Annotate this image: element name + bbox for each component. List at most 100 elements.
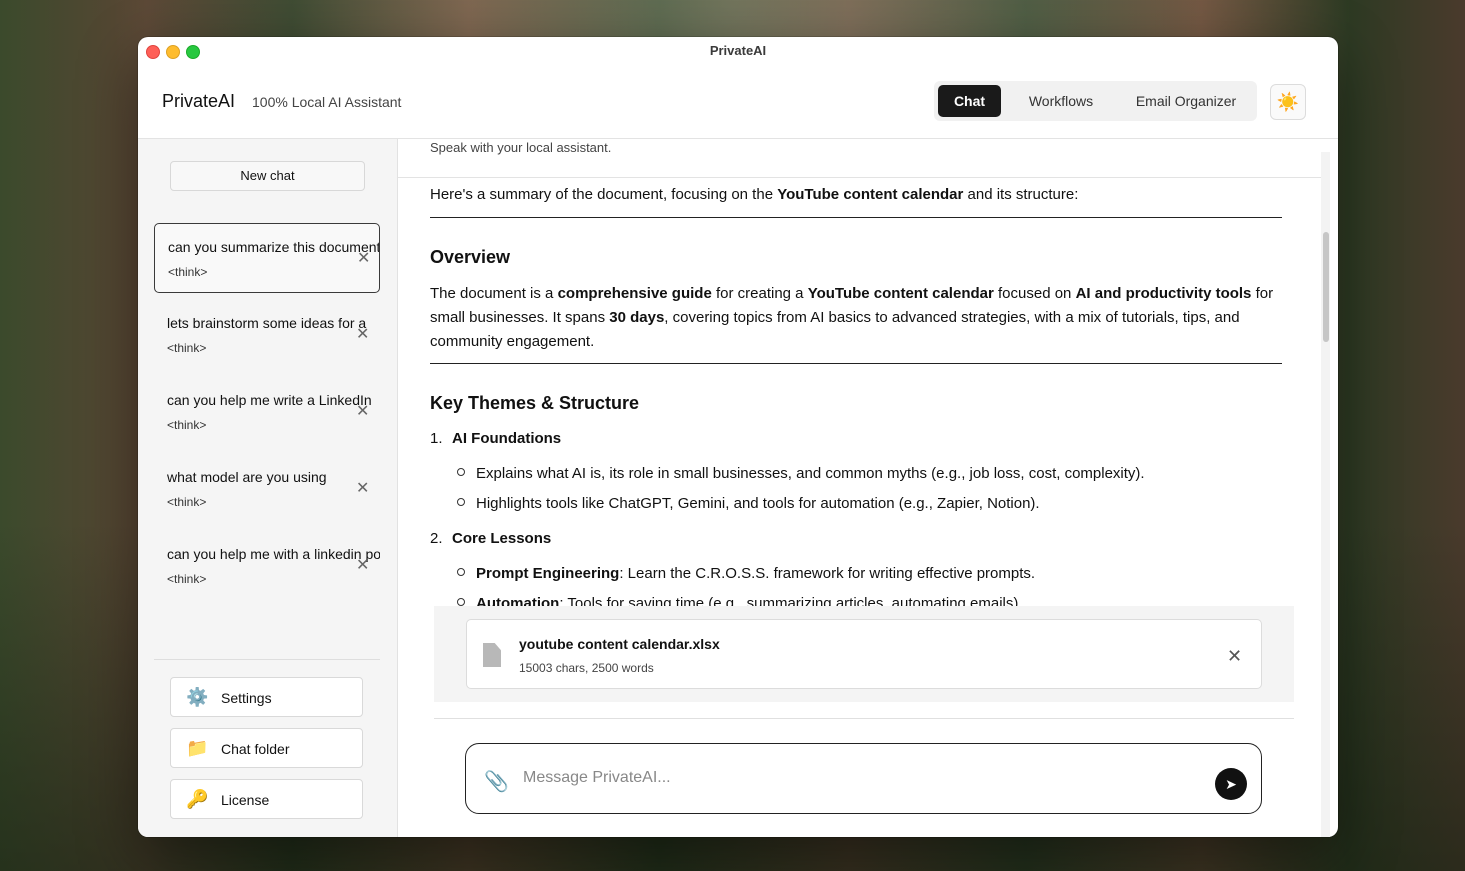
- send-button[interactable]: ➤: [1215, 768, 1247, 800]
- message-input[interactable]: [521, 764, 1205, 792]
- app-header: PrivateAI 100% Local AI Assistant Chat W…: [138, 65, 1338, 139]
- delete-chat-icon[interactable]: ✕: [356, 404, 369, 420]
- section-heading: 2. Core Lessons: [430, 530, 551, 547]
- list-item: Explains what AI is, its role in small b…: [457, 465, 1145, 482]
- overview-heading: Overview: [430, 247, 511, 267]
- sidebar-divider: [154, 659, 380, 660]
- delete-chat-icon[interactable]: ✕: [357, 251, 370, 267]
- delete-chat-icon[interactable]: ✕: [356, 327, 369, 343]
- bullet-icon: [457, 568, 465, 576]
- list-item-bold: Prompt Engineering: [476, 565, 620, 582]
- chat-subtitle: Speak with your local assistant.: [430, 140, 612, 155]
- intro-text-end: and its structure:: [963, 186, 1079, 203]
- chat-item-preview: <think>: [167, 572, 207, 586]
- section-heading: 1. AI Foundations: [430, 430, 561, 447]
- message-composer: 📎 ➤: [465, 743, 1262, 814]
- chat-item-title: what model are you using: [167, 469, 327, 485]
- gear-icon: ⚙️: [186, 687, 209, 707]
- settings-button[interactable]: ⚙️ Settings: [170, 677, 363, 717]
- section-title: AI Foundations: [452, 430, 562, 447]
- sun-icon: ☀️: [1276, 92, 1300, 112]
- overview-paragraph: The document is a comprehensive guide fo…: [430, 282, 1282, 354]
- attachment-file-name: youtube content calendar.xlsx: [519, 636, 720, 652]
- tab-email-organizer[interactable]: Email Organizer: [1121, 85, 1251, 117]
- list-item-text: : Tools for saving time (e.g., summarizi…: [559, 595, 1023, 606]
- list-item-text: Explains what AI is, its role in small b…: [476, 465, 1145, 482]
- section-title: Core Lessons: [452, 530, 552, 547]
- chat-list-item[interactable]: lets brainstorm some ideas for a <think>…: [154, 300, 380, 370]
- delete-chat-icon[interactable]: ✕: [356, 481, 369, 497]
- chat-item-title: can you summarize this document: [168, 239, 380, 255]
- intro-text: Here's a summary of the document, focusi…: [430, 186, 778, 203]
- chat-folder-label: Chat folder: [221, 741, 290, 757]
- chat-folder-button[interactable]: 📁 Chat folder: [170, 728, 363, 768]
- mode-tabs: Chat Workflows Email Organizer: [934, 81, 1257, 121]
- app-brand: PrivateAI: [162, 91, 236, 111]
- chat-list-item[interactable]: can you help me with a linkedin post <th…: [154, 531, 380, 601]
- window-titlebar: PrivateAI: [138, 37, 1338, 65]
- overview-bold: 30 days: [609, 309, 665, 326]
- message-intro: Here's a summary of the document, focusi…: [430, 186, 1078, 203]
- chat-list-item[interactable]: can you summarize this document <think> …: [154, 223, 380, 293]
- divider: [430, 363, 1282, 364]
- paperclip-icon[interactable]: 📎: [484, 772, 509, 792]
- themes-heading: Key Themes & Structure: [430, 393, 640, 413]
- chat-item-title: can you help me with a linkedin post: [167, 546, 380, 562]
- new-chat-button[interactable]: New chat: [170, 161, 365, 191]
- file-icon: [483, 643, 501, 667]
- overview-bold: comprehensive guide: [557, 285, 712, 302]
- divider: [430, 217, 1282, 218]
- tab-workflows[interactable]: Workflows: [1011, 85, 1111, 117]
- overview-bold: AI and productivity tools: [1075, 285, 1252, 302]
- chat-list-item[interactable]: can you help me write a LinkedIn <think>…: [154, 377, 380, 447]
- chat-item-title: can you help me write a LinkedIn: [167, 392, 372, 408]
- settings-label: Settings: [221, 690, 272, 706]
- list-item: Highlights tools like ChatGPT, Gemini, a…: [457, 495, 1040, 512]
- zoom-window-button[interactable]: [186, 45, 200, 59]
- chat-item-preview: <think>: [167, 418, 207, 432]
- delete-chat-icon[interactable]: ✕: [356, 558, 369, 574]
- content-scrollbar[interactable]: [1321, 152, 1330, 837]
- composer-divider: [434, 718, 1294, 719]
- minimize-window-button[interactable]: [166, 45, 180, 59]
- list-item-text: : Learn the C.R.O.S.S. framework for wri…: [619, 565, 1036, 582]
- overview-text: for creating a: [711, 285, 808, 302]
- chat-item-preview: <think>: [167, 341, 207, 355]
- remove-attachment-icon[interactable]: ✕: [1227, 647, 1242, 665]
- list-item: Prompt Engineering: Learn the C.R.O.S.S.…: [457, 565, 1035, 582]
- close-window-button[interactable]: [146, 45, 160, 59]
- send-icon: ➤: [1225, 776, 1237, 792]
- license-button[interactable]: 🔑 License: [170, 779, 363, 819]
- list-item-bold: Automation: [476, 595, 560, 606]
- list-item: Automation: Tools for saving time (e.g.,…: [457, 595, 1023, 606]
- overview-text: The document is a: [430, 285, 558, 302]
- window-title: PrivateAI: [709, 43, 767, 58]
- sidebar: New chat can you summarize this document…: [138, 138, 398, 837]
- overview-bold: YouTube content calendar: [807, 285, 994, 302]
- intro-bold: YouTube content calendar: [777, 186, 964, 203]
- scrollbar-thumb[interactable]: [1323, 232, 1329, 342]
- overview-text: focused on: [993, 285, 1076, 302]
- section-number: 1.: [430, 430, 443, 447]
- chat-item-preview: <think>: [168, 265, 208, 279]
- chat-item-preview: <think>: [167, 495, 207, 509]
- folder-icon: 📁: [186, 738, 209, 758]
- tab-chat[interactable]: Chat: [938, 85, 1001, 117]
- attachment-panel: youtube content calendar.xlsx 15003 char…: [434, 606, 1294, 702]
- app-window: PrivateAI PrivateAI 100% Local AI Assist…: [138, 37, 1338, 837]
- bullet-icon: [457, 468, 465, 476]
- assistant-message: Here's a summary of the document, focusi…: [430, 178, 1290, 606]
- list-item-text: Highlights tools like ChatGPT, Gemini, a…: [476, 495, 1040, 512]
- bullet-icon: [457, 498, 465, 506]
- app-tagline: 100% Local AI Assistant: [252, 94, 402, 110]
- chat-subheader: Speak with your local assistant.: [398, 138, 1330, 178]
- theme-toggle-button[interactable]: ☀️: [1270, 84, 1306, 120]
- attachment-meta: 15003 chars, 2500 words: [519, 661, 654, 675]
- attachment-card: youtube content calendar.xlsx 15003 char…: [466, 619, 1262, 689]
- key-icon: 🔑: [186, 789, 209, 809]
- license-label: License: [221, 792, 270, 808]
- chat-item-title: lets brainstorm some ideas for a: [167, 315, 367, 331]
- chat-list-item[interactable]: what model are you using <think> ✕: [154, 454, 380, 524]
- section-number: 2.: [430, 530, 443, 547]
- chat-main: Speak with your local assistant. Here's …: [398, 138, 1330, 837]
